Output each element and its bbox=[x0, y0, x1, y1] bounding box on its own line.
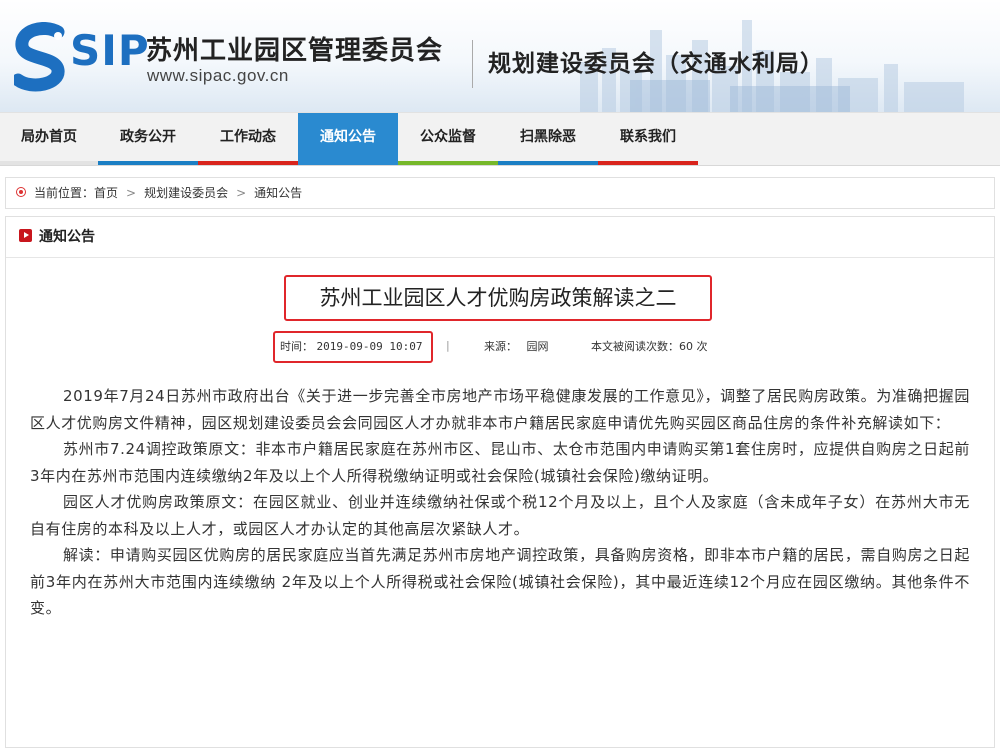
org-name: 苏州工业园区管理委员会 bbox=[146, 36, 444, 66]
nav-item-label: 联系我们 bbox=[620, 129, 676, 145]
time-value: 2019-09-09 10:07 bbox=[316, 340, 423, 353]
nav-underline bbox=[398, 161, 498, 165]
meta-separator: | bbox=[446, 339, 450, 352]
nav-item-label: 扫黑除恶 bbox=[520, 129, 576, 145]
title-highlight-box: 苏州工业园区人才优购房政策解读之二 bbox=[284, 275, 712, 321]
source-value: 园网 bbox=[526, 340, 549, 353]
article-paragraph: 苏州市7.24调控政策原文：非本市户籍居民家庭在苏州市区、昆山市、太仓市范围内申… bbox=[30, 440, 970, 485]
breadcrumb-separator: > bbox=[236, 186, 247, 200]
article-source: 来源： 园网 bbox=[484, 339, 549, 355]
nav-item-label: 公众监督 bbox=[420, 129, 476, 145]
article-body: 2019年7月24日苏州市政府出台《关于进一步完善全市房地产市场平稳健康发展的工… bbox=[30, 383, 970, 622]
main-nav: 局办首页 政务公开 工作动态 通知公告 公众监督 扫黑除恶 联系我们 bbox=[0, 112, 1000, 166]
nav-underline bbox=[98, 161, 198, 165]
breadcrumb-link-dept[interactable]: 规划建设委员会 bbox=[144, 186, 228, 200]
article-panel: 通知公告 苏州工业园区人才优购房政策解读之二 时间： 2019-09-09 10… bbox=[5, 216, 995, 748]
nav-item-gov-affairs[interactable]: 政务公开 bbox=[98, 113, 198, 165]
article-title: 苏州工业园区人才优购房政策解读之二 bbox=[319, 286, 677, 310]
article-time: 时间： 2019-09-09 10:07 bbox=[280, 339, 422, 355]
nav-item-notices[interactable]: 通知公告 bbox=[298, 113, 398, 165]
nav-underline bbox=[498, 161, 598, 165]
breadcrumb-separator: > bbox=[126, 186, 137, 200]
nav-item-anti-crime[interactable]: 扫黑除恶 bbox=[498, 113, 598, 165]
nav-item-public-supervision[interactable]: 公众监督 bbox=[398, 113, 498, 165]
location-pin-icon bbox=[16, 187, 26, 197]
breadcrumb: 当前位置：首页 > 规划建设委员会 > 通知公告 bbox=[5, 177, 995, 209]
article-paragraph: 2019年7月24日苏州市政府出台《关于进一步完善全市房地产市场平稳健康发展的工… bbox=[30, 387, 970, 432]
time-label: 时间： bbox=[280, 340, 313, 353]
section-title: 通知公告 bbox=[39, 229, 95, 245]
reads-label: 本文被阅读次数： bbox=[591, 340, 679, 353]
reads-value: 60 次 bbox=[679, 340, 708, 353]
breadcrumb-link-notices[interactable]: 通知公告 bbox=[254, 186, 302, 200]
article-read-count: 本文被阅读次数：60 次 bbox=[591, 339, 708, 355]
nav-underline bbox=[198, 161, 298, 165]
header-divider bbox=[472, 40, 473, 88]
nav-item-label: 工作动态 bbox=[220, 129, 276, 145]
nav-item-home[interactable]: 局办首页 bbox=[0, 113, 98, 165]
nav-item-contact-us[interactable]: 联系我们 bbox=[598, 113, 698, 165]
breadcrumb-prefix: 当前位置： bbox=[34, 186, 95, 200]
nav-item-label: 政务公开 bbox=[120, 129, 176, 145]
article-paragraph: 解读：申请购买园区优购房的居民家庭应当首先满足苏州市房地产调控政策，具备购房资格… bbox=[30, 546, 970, 617]
source-label: 来源： bbox=[484, 340, 517, 353]
sip-logo-icon bbox=[14, 22, 65, 92]
site-header: SIP 苏州工业园区管理委员会 www.sipac.gov.cn 规划建设委员会… bbox=[0, 0, 1000, 112]
nav-item-label: 局办首页 bbox=[21, 129, 77, 145]
org-url: www.sipac.gov.cn bbox=[147, 66, 289, 85]
play-square-icon bbox=[19, 229, 32, 242]
nav-underline bbox=[598, 161, 698, 165]
dept-name: 规划建设委员会（交通水利局） bbox=[488, 51, 824, 77]
nav-item-work-news[interactable]: 工作动态 bbox=[198, 113, 298, 165]
breadcrumb-link-home[interactable]: 首页 bbox=[94, 186, 118, 200]
nav-underline bbox=[0, 161, 98, 165]
nav-item-label: 通知公告 bbox=[320, 129, 376, 145]
section-header: 通知公告 bbox=[6, 217, 994, 258]
breadcrumb-trail: 当前位置：首页 > 规划建设委员会 > 通知公告 bbox=[34, 178, 302, 208]
logo-text: SIP bbox=[70, 26, 150, 75]
article-paragraph: 园区人才优购房政策原文：在园区就业、创业并连续缴纳社保或个税12个月及以上，且个… bbox=[30, 493, 970, 538]
